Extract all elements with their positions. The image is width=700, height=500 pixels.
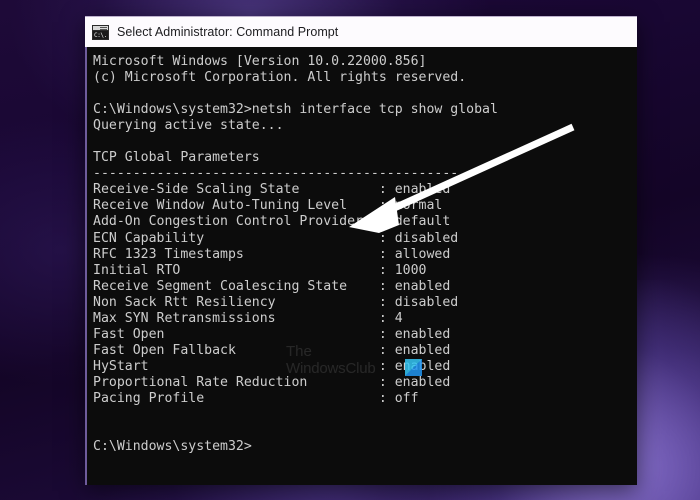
console-line: Receive-Side Scaling State : enabled (93, 182, 451, 198)
console-line: (c) Microsoft Corporation. All rights re… (93, 70, 467, 86)
console-text: Microsoft Windows [Version 10.0.22000.85… (87, 54, 637, 455)
console-line: C:\Windows\system32> (93, 439, 252, 455)
watermark-logo-square (405, 359, 422, 376)
window-titlebar[interactable]: C:\. Select Administrator: Command Promp… (85, 16, 637, 47)
console-line: Microsoft Windows [Version 10.0.22000.85… (93, 54, 427, 69)
console-line: Pacing Profile : off (93, 390, 419, 406)
desktop-wallpaper: C:\. Select Administrator: Command Promp… (0, 0, 700, 500)
watermark-logo (342, 351, 422, 376)
console-line: Initial RTO : 1000 (93, 262, 427, 278)
console-line: Receive Window Auto-Tuning Level : norma… (93, 198, 443, 214)
console-output-area[interactable]: Microsoft Windows [Version 10.0.22000.85… (85, 47, 637, 485)
console-line: RFC 1323 Timestamps : allowed (93, 246, 451, 262)
window-title: Select Administrator: Command Prompt (117, 25, 339, 39)
console-line: C:\Windows\system32>netsh interface tcp … (93, 102, 498, 118)
console-line: Fast Open Fallback : enabled (93, 342, 451, 358)
console-line: TCP Global Parameters (93, 150, 260, 166)
console-line: Proportional Rate Reduction : enabled (93, 374, 451, 390)
console-line: Non Sack Rtt Resiliency : disabled (93, 294, 459, 310)
console-line: Max SYN Retransmissions : 4 (93, 310, 403, 326)
console-line: Fast Open : enabled (93, 326, 451, 342)
console-line: ECN Capability : disabled (93, 230, 459, 246)
console-line: Querying active state... (93, 118, 284, 134)
console-icon-glyph: C:\. (93, 30, 108, 39)
console-line: HyStart : enabled (93, 358, 451, 374)
command-prompt-window[interactable]: C:\. Select Administrator: Command Promp… (85, 16, 637, 485)
console-line: ----------------------------------------… (93, 166, 459, 182)
console-line: Add-On Congestion Control Provider : def… (93, 214, 451, 230)
console-line: Receive Segment Coalescing State : enabl… (93, 278, 451, 294)
console-icon: C:\. (92, 24, 109, 40)
